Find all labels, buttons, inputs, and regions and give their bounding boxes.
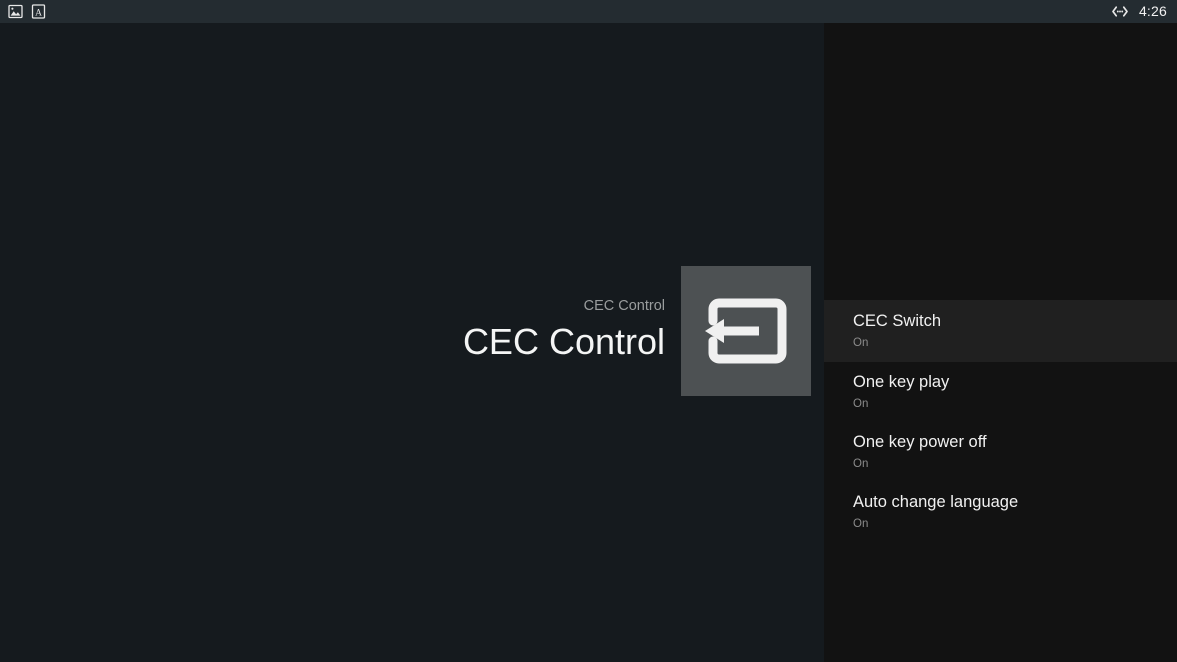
cec-exit-icon — [703, 294, 789, 368]
detail-pane: CEC Control CEC Control — [0, 23, 824, 662]
cec-exit-icon-tile — [681, 266, 811, 396]
list-item-value: On — [853, 398, 869, 410]
settings-list-pane: CEC Switch On One key play On One key po… — [824, 23, 1177, 662]
status-bar-left-icons: A — [8, 4, 46, 19]
list-item[interactable]: One key play On — [824, 362, 1177, 422]
status-bar: A 4:26 — [0, 0, 1177, 23]
list-item[interactable]: One key power off On — [824, 422, 1177, 482]
page-title: CEC Control — [462, 321, 665, 362]
status-bar-right: 4:26 — [1110, 4, 1167, 19]
list-item-value: On — [853, 518, 869, 530]
font-icon: A — [31, 4, 46, 19]
settings-list: CEC Switch On One key play On One key po… — [824, 300, 1177, 542]
list-item[interactable]: Auto change language On — [824, 482, 1177, 542]
list-item-title: CEC Switch — [853, 312, 942, 330]
list-item-title: One key play — [853, 373, 950, 391]
status-bar-clock: 4:26 — [1138, 3, 1167, 19]
detail-hero-text: CEC Control CEC Control — [463, 297, 665, 365]
list-item-title: One key power off — [853, 433, 987, 451]
list-item[interactable]: CEC Switch On — [824, 300, 1177, 362]
list-item-title: Auto change language — [853, 493, 1019, 511]
ethernet-icon — [1110, 4, 1128, 19]
screen-root: A 4:26 CEC Control CEC Control CEC Switc… — [0, 0, 1177, 662]
list-item-value: On — [853, 337, 869, 349]
list-item-value: On — [853, 458, 869, 470]
detail-hero: CEC Control CEC Control — [0, 266, 811, 396]
image-icon — [8, 4, 23, 19]
svg-text:A: A — [35, 8, 42, 18]
breadcrumb: CEC Control — [583, 298, 665, 314]
